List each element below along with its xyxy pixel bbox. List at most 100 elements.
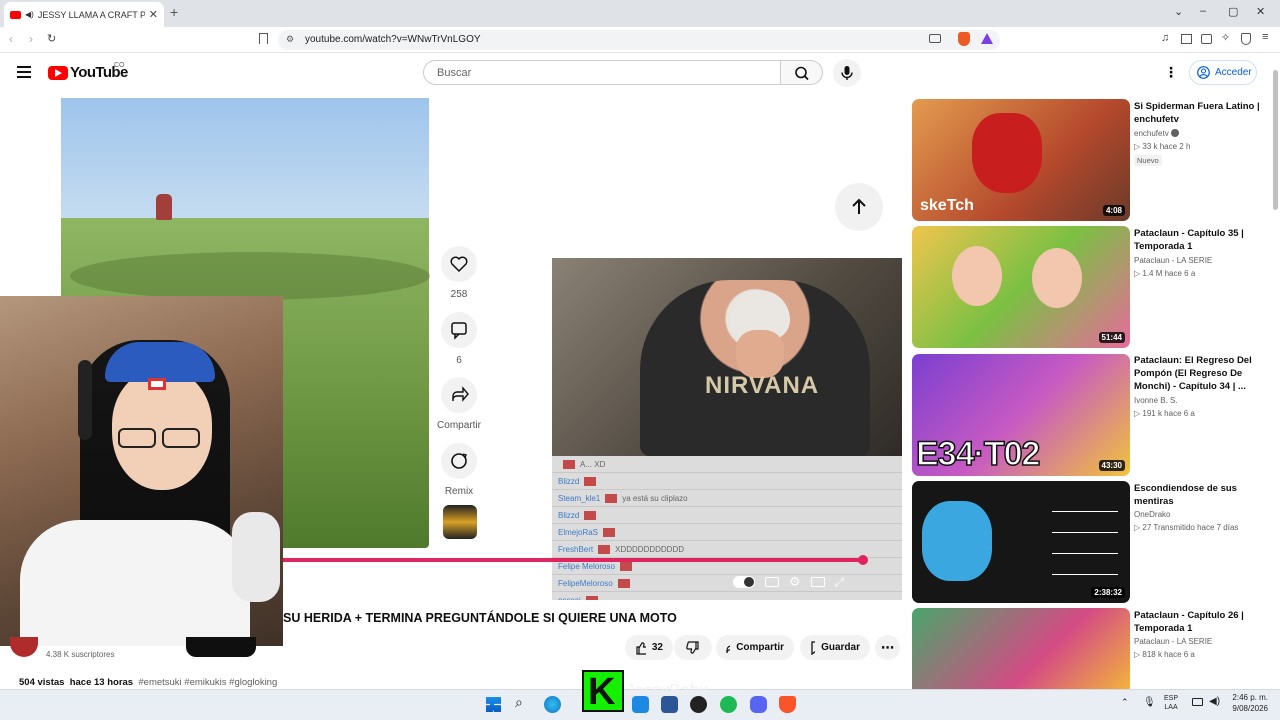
play-triangle-icon — [55, 69, 62, 77]
related-channel-4[interactable]: OneDrako — [1134, 510, 1170, 519]
video-like-button[interactable]: 32 — [625, 635, 673, 660]
video-duration: 51:44 — [1098, 332, 1125, 343]
scrollbar-thumb[interactable] — [1273, 70, 1278, 210]
remix-button[interactable] — [441, 443, 477, 479]
chat-username: Blizzd — [558, 510, 580, 520]
brave-rewards-icon[interactable] — [981, 33, 993, 44]
volume-icon[interactable]: ◀) — [1209, 696, 1220, 707]
subtitles-icon[interactable] — [765, 577, 779, 587]
related-thumbnail-5[interactable] — [912, 608, 1130, 689]
related-channel-3[interactable]: Ivonne B. S. — [1134, 396, 1178, 405]
obs-icon[interactable] — [690, 696, 707, 713]
related-thumbnail-2[interactable]: 51:44 — [912, 226, 1130, 348]
brave-shield-icon[interactable] — [958, 32, 970, 46]
related-meta-2: ▷ 1.4 M hace 6 a — [1134, 269, 1196, 278]
edge-icon[interactable] — [544, 696, 561, 713]
browser-tab[interactable]: ◀) JESSY LLAMA A CRAFT PRE... ✕ — [4, 2, 164, 27]
comments-button[interactable] — [441, 312, 477, 348]
chat-username: ElmejoRaS — [558, 527, 599, 537]
minimize-icon[interactable]: – — [1200, 5, 1206, 17]
close-window-icon[interactable]: ✕ — [1256, 5, 1265, 18]
related-channel-5[interactable]: Pataclaun - LA SERIE — [1134, 637, 1212, 646]
related-title-1[interactable]: Si Spiderman Fuera Latino | enchufetv — [1134, 100, 1264, 126]
miniplayer-icon[interactable] — [810, 577, 825, 587]
vpn-icon[interactable] — [1241, 33, 1251, 45]
tab-title: JESSY LLAMA A CRAFT PRE... — [37, 9, 145, 20]
reload-icon[interactable]: ↻ — [47, 32, 56, 45]
save-button[interactable]: Guardar — [800, 635, 870, 660]
spiderman-mask — [972, 113, 1042, 193]
chat-message: Blizzd — [552, 473, 902, 490]
more-actions-icon[interactable]: ⋯ — [875, 635, 900, 660]
settings-icon[interactable]: ⚙ — [789, 574, 801, 590]
progress-scrubber[interactable] — [858, 555, 868, 565]
fullscreen-icon[interactable]: ⤢ — [835, 575, 845, 590]
save-playlist-icon — [811, 640, 816, 655]
channel-name: enchufetv — [1134, 129, 1169, 138]
leo-ai-icon[interactable]: ✧ — [1221, 31, 1230, 44]
related-meta-1: ▷ 33 k hace 2 h — [1134, 142, 1191, 151]
url-text: youtube.com/watch?v=WNwTrVnLGOY — [305, 34, 481, 45]
taskbar-search-icon[interactable]: ⌕ — [515, 694, 523, 711]
related-title-4[interactable]: Escondiendose de sus mentiras — [1134, 482, 1264, 508]
language-indicator[interactable]: ESP LAA — [1164, 694, 1178, 712]
tab-list-icon[interactable]: ⌄ — [1174, 5, 1183, 18]
comment-count: 6 — [456, 355, 462, 366]
related-thumbnail-1[interactable]: skeTch 4:08 — [912, 99, 1130, 221]
search-button[interactable] — [781, 60, 823, 85]
sidebar-toggle-icon[interactable] — [1181, 34, 1192, 44]
mail-icon[interactable] — [632, 696, 649, 713]
dislike-button[interactable] — [674, 635, 712, 660]
site-info-icon[interactable]: ⚙ — [286, 34, 294, 45]
related-title-5[interactable]: Pataclaun - Capítulo 26 | Temporada 1 — [1134, 609, 1264, 635]
account-icon — [1197, 66, 1210, 79]
menu-icon[interactable]: ≡ — [1262, 31, 1268, 43]
related-title-2[interactable]: Pataclaun - Capítulo 35 | Temporada 1 — [1134, 227, 1264, 253]
progress-bar[interactable] — [283, 558, 863, 562]
voice-search-button[interactable] — [833, 59, 861, 87]
tray-overflow-icon[interactable]: ⌃ — [1121, 697, 1129, 708]
related-meta-5: ▷ 818 k hace 6 a — [1134, 650, 1195, 659]
video-description-meta[interactable]: 504 vistas hace 13 horas #emetsuki #emik… — [19, 677, 277, 688]
search-input[interactable]: Buscar — [423, 60, 781, 85]
chat-username: esscai — [558, 595, 581, 601]
chat-username: Steam_kle1 — [558, 493, 601, 503]
cast-icon[interactable] — [929, 34, 941, 43]
related-thumbnail-3[interactable]: E34·T02 43:30 — [912, 354, 1130, 476]
music-icon[interactable]: ♫ — [1161, 32, 1169, 44]
brave-taskbar-icon[interactable] — [779, 696, 796, 713]
subscribe-button[interactable] — [186, 637, 256, 657]
video-share-button[interactable]: Compartir — [716, 635, 794, 660]
hamburger-menu-icon[interactable] — [17, 66, 31, 78]
channel-thumbnail[interactable] — [443, 505, 477, 539]
close-tab-icon[interactable]: ✕ — [149, 8, 158, 21]
new-tab-icon[interactable]: + — [170, 4, 178, 20]
arrow-up-icon — [852, 198, 866, 214]
system-clock[interactable]: 2:46 p. m. 9/08/2026 — [1226, 692, 1268, 714]
related-meta-4: ▷ 27 Transmitido hace 7 días — [1134, 523, 1239, 532]
discord-icon[interactable] — [750, 696, 767, 713]
related-channel-1[interactable]: enchufetv — [1134, 129, 1179, 138]
spotify-icon[interactable] — [720, 696, 737, 713]
maximize-icon[interactable]: ▢ — [1228, 5, 1238, 18]
store-icon[interactable] — [661, 696, 678, 713]
related-thumbnail-4[interactable]: 2:38:32 — [912, 481, 1130, 603]
back-icon[interactable]: ‹ — [9, 32, 13, 46]
tray-mic-icon[interactable]: 🎙 — [1143, 697, 1156, 708]
share-button[interactable] — [441, 377, 477, 413]
bookmark-icon[interactable] — [259, 33, 268, 44]
scroll-up-button[interactable] — [835, 183, 883, 231]
more-options-icon[interactable]: ⋮ — [1164, 64, 1178, 81]
network-icon[interactable] — [1192, 698, 1203, 706]
hashtags[interactable]: #emetsuki #emikukis #glogloking — [138, 677, 277, 688]
wallet-icon[interactable] — [1201, 34, 1212, 44]
channel-avatar[interactable] — [10, 637, 38, 657]
autoplay-toggle[interactable] — [733, 576, 755, 588]
chat-badge-icon — [584, 476, 597, 486]
chat-username: FreshBert — [558, 544, 594, 554]
forward-icon[interactable]: › — [29, 32, 33, 46]
related-channel-2[interactable]: Pataclaun - LA SERIE — [1134, 256, 1212, 265]
signin-button[interactable]: Acceder — [1189, 60, 1257, 85]
like-button[interactable] — [441, 246, 477, 282]
related-title-3[interactable]: Pataclaun: El Regreso Del Pompón (El Reg… — [1134, 354, 1264, 393]
